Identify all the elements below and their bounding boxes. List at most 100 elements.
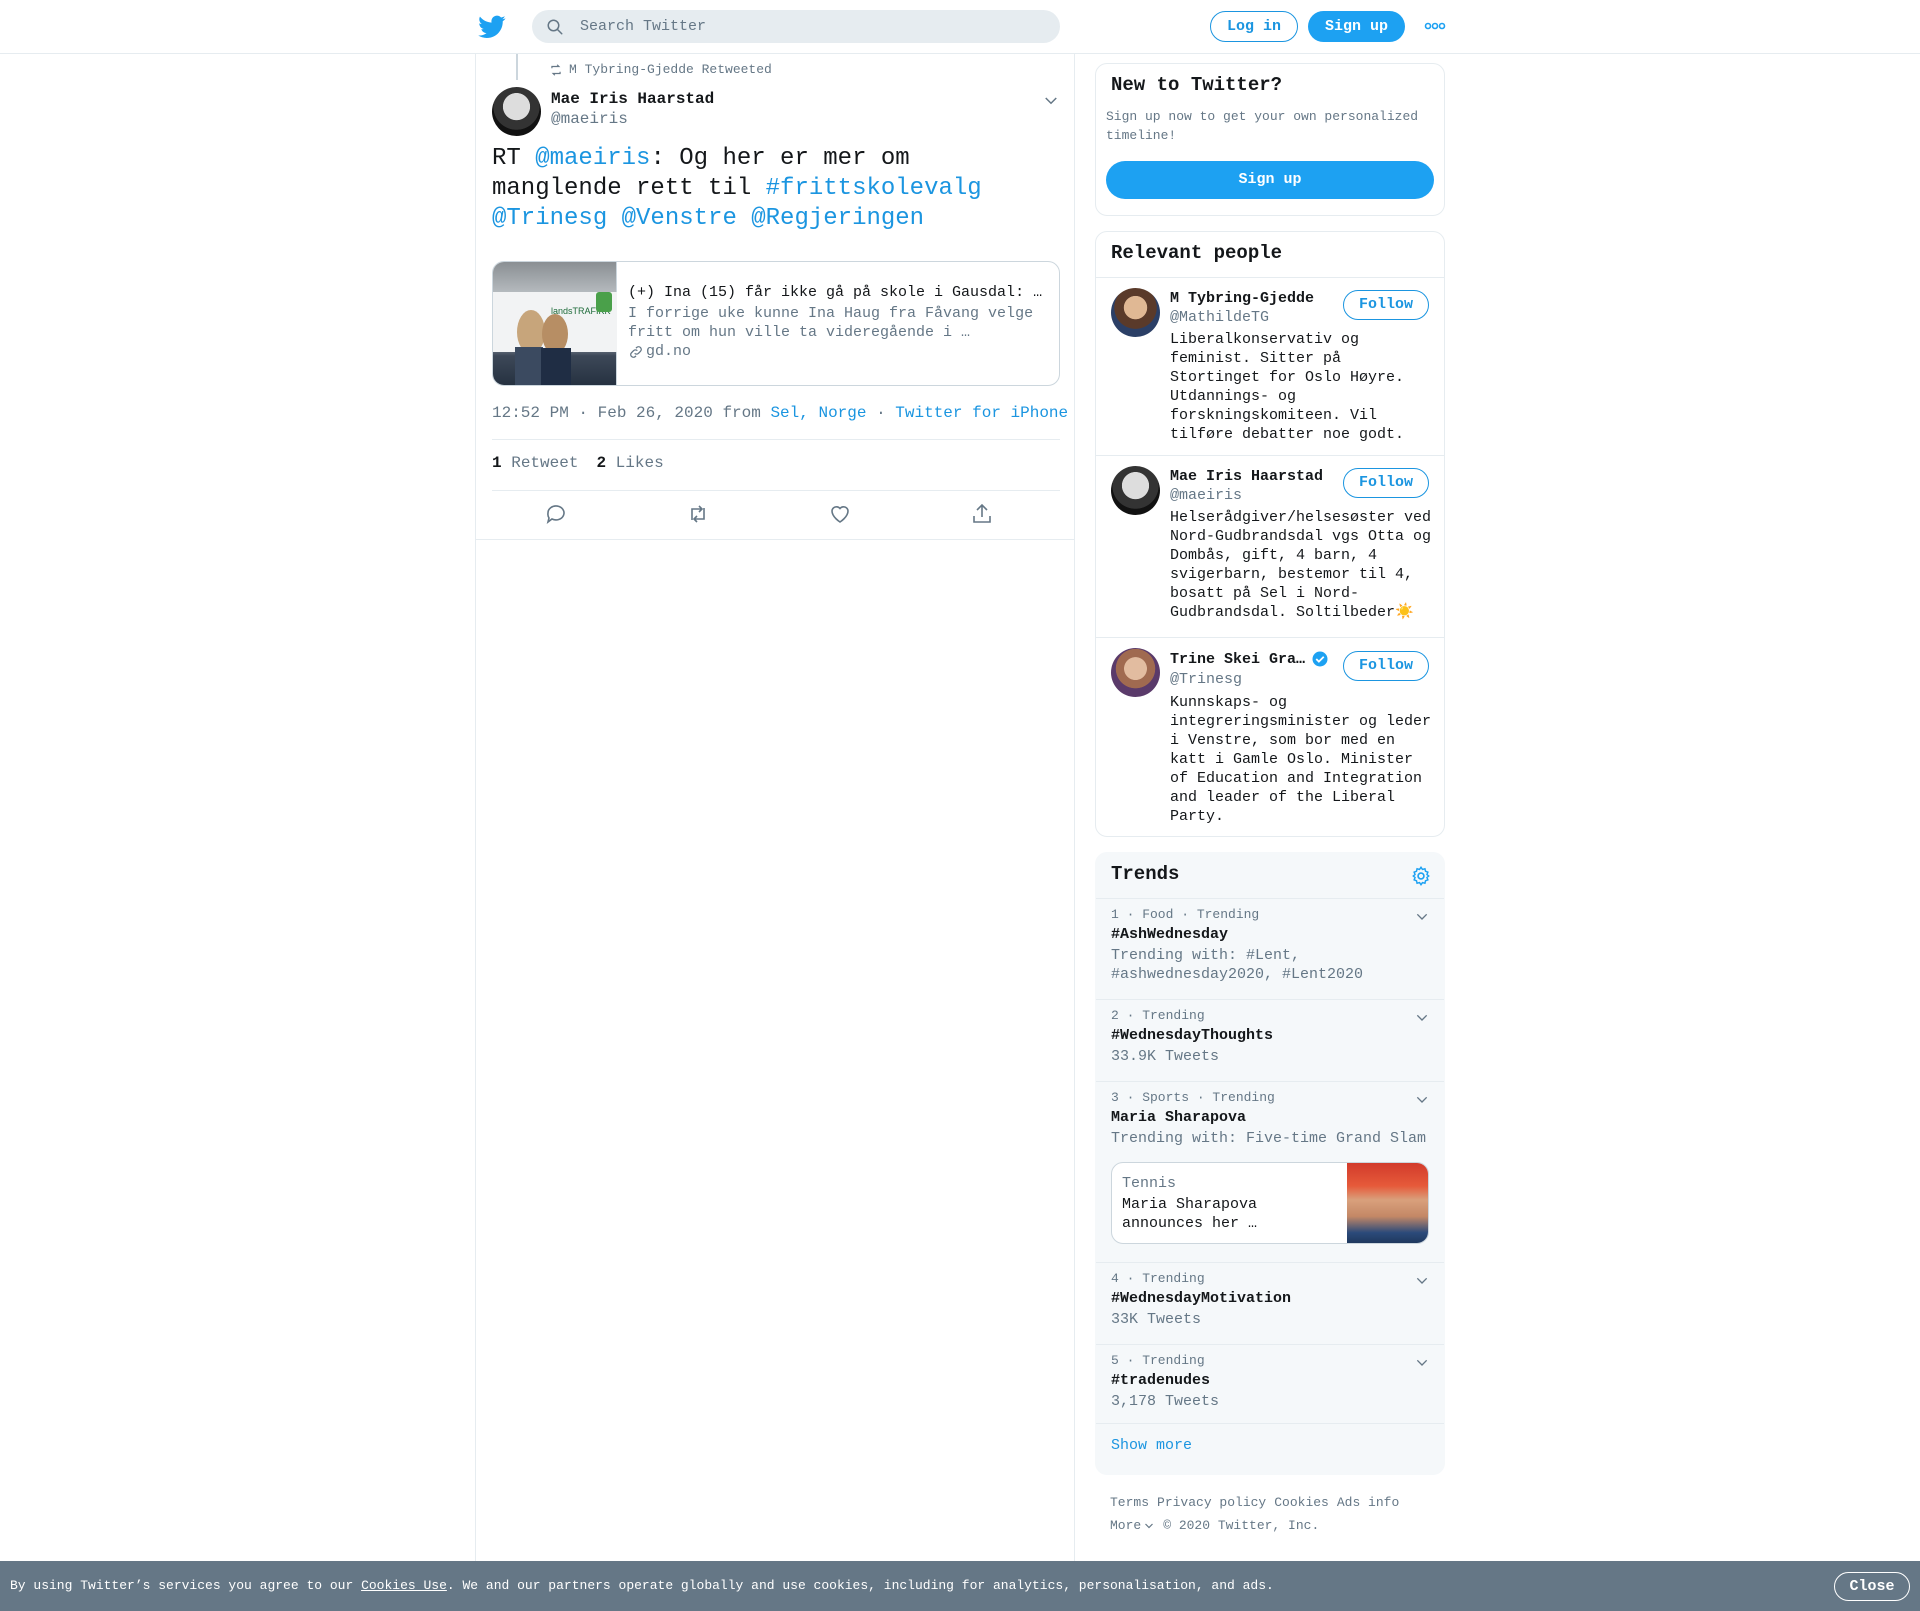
- tweet-stats: 1 Retweet 2 Likes: [492, 454, 664, 472]
- person-name[interactable]: M Tybring-Gjedde: [1170, 290, 1314, 307]
- person-handle[interactable]: @Trinesg: [1170, 671, 1242, 688]
- retweet-icon[interactable]: [686, 502, 710, 526]
- trend-item[interactable]: 5 · Trending #tradenudes 3,178 Tweets: [1096, 1344, 1444, 1423]
- follow-button[interactable]: Follow: [1343, 290, 1429, 320]
- trend-subtitle: 3,178 Tweets: [1111, 1393, 1220, 1410]
- trend-meta: 1 · Food · Trending: [1111, 907, 1260, 922]
- trend-item[interactable]: 2 · Trending #WednesdayThoughts 33.9K Tw…: [1096, 999, 1444, 1081]
- person-bio: Kunnskaps- og integreringsminister og le…: [1170, 694, 1432, 825]
- cookie-message-suffix: . We and our partners operate globally a…: [446, 1578, 1274, 1593]
- mention-link[interactable]: @Trinesg: [492, 205, 607, 232]
- tweet-source-link[interactable]: Twitter for iPhone: [895, 404, 1068, 422]
- mention-link[interactable]: @Venstre: [622, 205, 737, 232]
- tweet-text: RT @maeiris: Og her er mer om manglende …: [492, 144, 1052, 234]
- mention-link[interactable]: @Regjeringen: [751, 205, 924, 232]
- footer-more-label: More: [1110, 1518, 1142, 1533]
- chevron-down-icon[interactable]: [1414, 1010, 1430, 1026]
- gear-icon[interactable]: [1410, 865, 1432, 887]
- new-to-twitter-panel: New to Twitter? Sign up now to get your …: [1095, 63, 1445, 216]
- likes-label: Likes: [615, 454, 664, 472]
- trend-subtitle: Trending with: #Lent, #ashwednesday2020,…: [1111, 947, 1364, 983]
- trend-subtitle: Trending with: Five-time Grand Slam: [1111, 1130, 1427, 1147]
- tweet-author-avatar[interactable]: [492, 87, 541, 136]
- retweets-stat[interactable]: 1 Retweet: [492, 454, 578, 472]
- chevron-down-icon[interactable]: [1414, 1092, 1430, 1108]
- reply-icon[interactable]: [544, 502, 568, 526]
- trend-item[interactable]: 1 · Food · Trending #AshWednesday Trendi…: [1096, 898, 1444, 999]
- like-heart-icon[interactable]: [828, 502, 852, 526]
- twitter-bird-logo-icon[interactable]: [478, 13, 506, 41]
- person-card[interactable]: M Tybring-Gjedde @MathildeTG Follow Libe…: [1096, 278, 1444, 443]
- hashtag-link[interactable]: #frittskolevalg: [766, 175, 982, 202]
- person-handle[interactable]: @MathildeTG: [1170, 309, 1269, 326]
- likes-stat[interactable]: 2 Likes: [596, 454, 663, 472]
- tweet-author-handle[interactable]: @maeiris: [551, 110, 628, 128]
- trend-name[interactable]: #WednesdayMotivation: [1111, 1290, 1291, 1307]
- show-more-link[interactable]: Show more: [1111, 1437, 1192, 1454]
- trend-story-card[interactable]: Tennis Maria Sharapova announces her …: [1111, 1162, 1429, 1244]
- chevron-down-icon[interactable]: [1414, 1355, 1430, 1371]
- trend-name[interactable]: #WednesdayThoughts: [1111, 1027, 1273, 1044]
- more-options-icon[interactable]: [1424, 18, 1446, 34]
- footer-privacy-link[interactable]: Privacy policy: [1157, 1491, 1266, 1514]
- person-card[interactable]: Mae Iris Haarstad @maeiris Follow Helser…: [1096, 456, 1444, 638]
- trend-meta: 2 · Trending: [1111, 1008, 1205, 1023]
- trend-name[interactable]: #tradenudes: [1111, 1372, 1210, 1389]
- avatar[interactable]: [1111, 648, 1160, 697]
- trend-item[interactable]: 4 · Trending #WednesdayMotivation 33K Tw…: [1096, 1262, 1444, 1344]
- trend-meta: 4 · Trending: [1111, 1271, 1205, 1286]
- avatar[interactable]: [1111, 466, 1160, 515]
- card-title: (+) Ina (15) får ikke gå på skole i Gaus…: [628, 284, 1048, 301]
- footer-terms-link[interactable]: Terms: [1110, 1491, 1149, 1514]
- person-name[interactable]: Trine Skei Gra…: [1170, 650, 1329, 668]
- search-box[interactable]: [532, 10, 1060, 43]
- link-preview-card[interactable]: landsTRAFIKK (+) Ina (15) får ikke gå på…: [492, 261, 1060, 386]
- person-card[interactable]: Trine Skei Gra… @Trinesg Follow Kunnskap…: [1096, 638, 1444, 836]
- person-handle[interactable]: @maeiris: [1170, 487, 1242, 504]
- divider: [1096, 1423, 1444, 1424]
- chevron-down-icon[interactable]: [1414, 1273, 1430, 1289]
- person-bio: Helserådgiver/helsesøster ved Nord-Gudbr…: [1170, 509, 1432, 621]
- trend-name[interactable]: #AshWednesday: [1111, 926, 1228, 943]
- trends-panel: Trends 1 · Food · Trending #AshWednesday…: [1095, 852, 1445, 1475]
- sidebar-signup-button[interactable]: Sign up: [1106, 161, 1434, 199]
- retweets-count: 1: [492, 454, 502, 472]
- divider: [492, 490, 1060, 491]
- divider: [476, 539, 1074, 540]
- login-button[interactable]: Log in: [1210, 11, 1298, 42]
- footer-ads-link[interactable]: Ads info: [1337, 1491, 1399, 1514]
- share-icon[interactable]: [970, 502, 994, 526]
- verified-badge-icon: [1312, 651, 1328, 667]
- footer-cookies-link[interactable]: Cookies: [1274, 1491, 1329, 1514]
- follow-button[interactable]: Follow: [1343, 651, 1429, 681]
- tweet-timestamp[interactable]: 12:52 PM · Feb 26, 2020 from: [492, 404, 770, 422]
- follow-button[interactable]: Follow: [1343, 468, 1429, 498]
- footer-more-menu[interactable]: More: [1110, 1514, 1155, 1537]
- likes-count: 2: [596, 454, 607, 472]
- sidebar-footer: Terms Privacy policy Cookies Ads info Mo…: [1110, 1491, 1440, 1537]
- person-name[interactable]: Mae Iris Haarstad: [1170, 468, 1323, 485]
- retweet-context-text: M Tybring-Gjedde Retweeted: [569, 62, 772, 77]
- search-input[interactable]: [580, 10, 1050, 43]
- meta-separator: ·: [876, 404, 886, 422]
- mention-link[interactable]: @maeiris: [535, 145, 650, 172]
- cookie-message-prefix: By using Twitter’s services you agree to…: [10, 1578, 362, 1593]
- relevant-people-title: Relevant people: [1111, 242, 1283, 264]
- signup-button[interactable]: Sign up: [1308, 11, 1405, 42]
- chevron-down-icon[interactable]: [1042, 92, 1060, 110]
- cookies-use-link[interactable]: Cookies Use: [361, 1578, 447, 1593]
- retweets-label: Retweet: [511, 454, 579, 472]
- tweet-location-link[interactable]: Sel, Norge: [770, 404, 866, 422]
- cookie-close-button[interactable]: Close: [1834, 1572, 1910, 1601]
- chevron-down-icon[interactable]: [1414, 909, 1430, 925]
- card-description: I forrige uke kunne Ina Haug fra Fåvang …: [628, 305, 1034, 341]
- divider: [492, 439, 1060, 440]
- tweet-author-name[interactable]: Mae Iris Haarstad: [551, 90, 714, 108]
- trend-item[interactable]: 3 · Sports · Trending Maria Sharapova Tr…: [1096, 1081, 1444, 1262]
- trend-name[interactable]: Maria Sharapova: [1111, 1109, 1246, 1126]
- cookie-consent-bar: By using Twitter’s services you agree to…: [0, 1561, 1920, 1611]
- chevron-down-icon: [1145, 1523, 1154, 1528]
- trend-subtitle: 33.9K Tweets: [1111, 1048, 1220, 1065]
- avatar[interactable]: [1111, 288, 1160, 337]
- new-to-twitter-title: New to Twitter?: [1111, 74, 1283, 96]
